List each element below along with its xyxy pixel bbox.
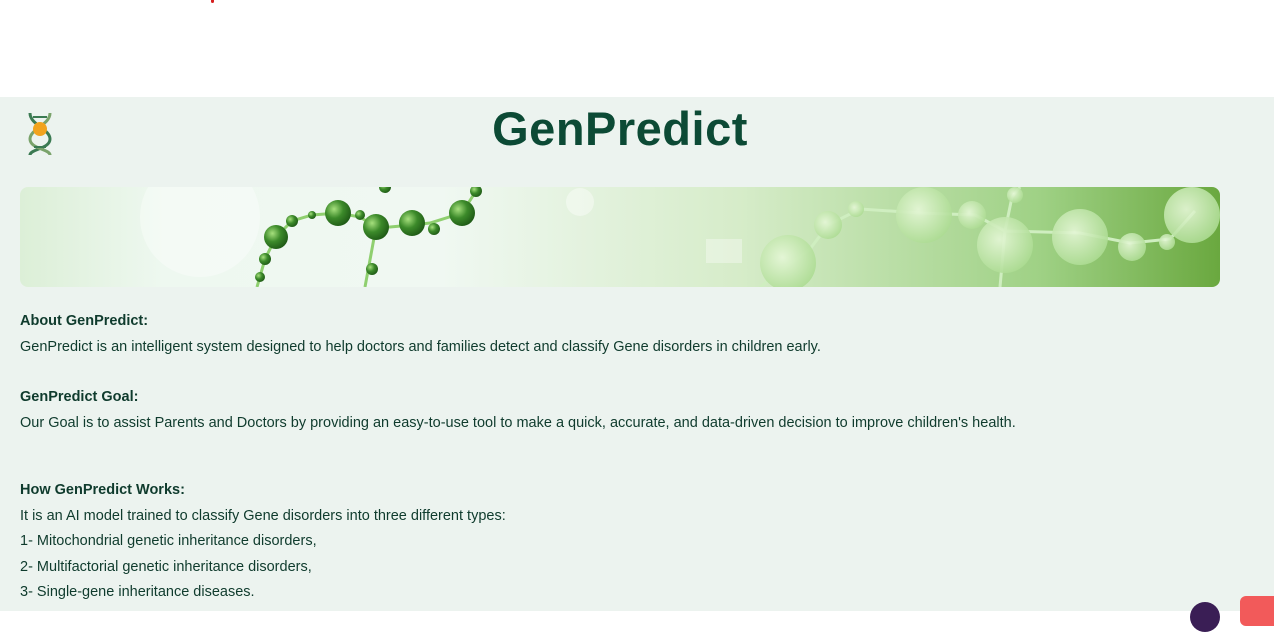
content-section: About GenPredict: GenPredict is an intel… [20,309,1240,606]
chat-widget-button[interactable] [1190,602,1220,632]
goal-text: Our Goal is to assist Parents and Doctor… [20,414,1016,431]
goal-heading: GenPredict Goal: [20,389,139,405]
list-item: 1- Mitochondrial genetic inheritance dis… [20,533,317,549]
floating-action-button[interactable] [1240,596,1274,626]
top-marker [211,0,214,3]
main-container: GenPredict About GenPredict: GenPredict … [0,97,1274,611]
list-item: 2- Multifactorial genetic inheritance di… [20,558,312,575]
page-title: GenPredict [492,102,748,155]
works-heading: How GenPredict Works: [20,482,185,498]
molecule-banner-image [20,187,1220,287]
works-intro: It is an AI model trained to classify Ge… [20,507,506,524]
about-text: GenPredict is an intelligent system desi… [20,338,821,355]
about-heading: About GenPredict: [20,313,149,329]
list-item: 3- Single-gene inheritance diseases. [20,584,255,600]
